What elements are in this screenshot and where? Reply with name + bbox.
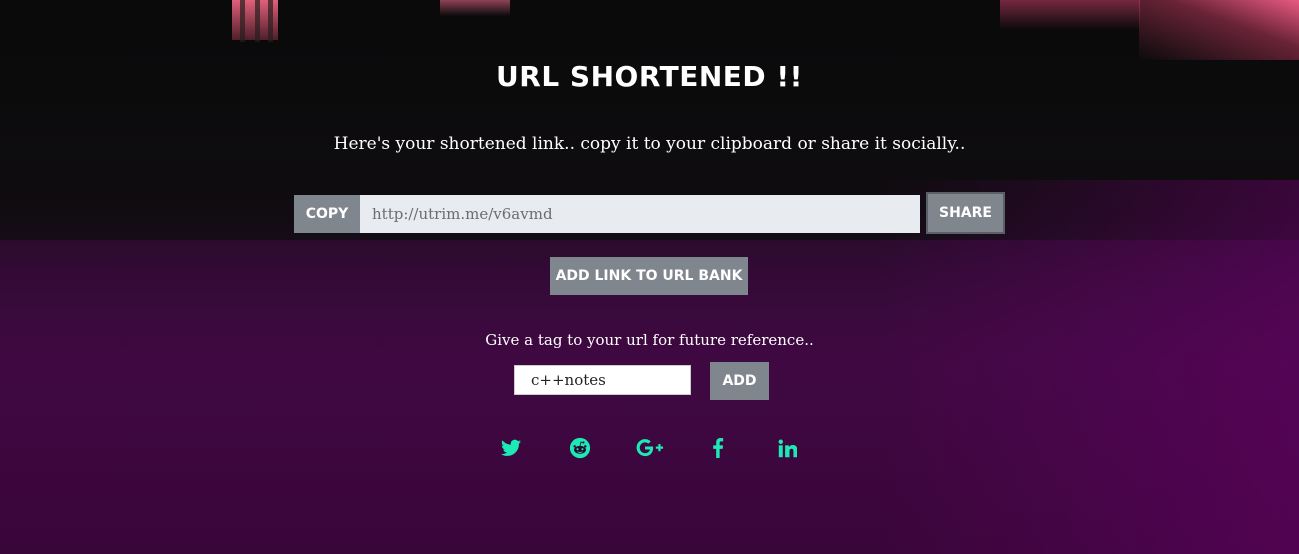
add-to-url-bank-button[interactable]: ADD LINK TO URL BANK <box>550 257 748 295</box>
tag-prompt: Give a tag to your url for future refere… <box>485 331 814 349</box>
short-url-field[interactable] <box>360 195 920 233</box>
short-url-row: COPY SHARE <box>294 192 1005 234</box>
linkedin-icon[interactable] <box>775 436 799 460</box>
google-plus-icon[interactable] <box>636 436 664 460</box>
reddit-icon[interactable] <box>568 436 592 460</box>
social-share-bar <box>0 436 1299 460</box>
share-button[interactable]: SHARE <box>926 192 1005 234</box>
tag-input[interactable] <box>514 365 691 395</box>
twitter-icon[interactable] <box>499 436 523 460</box>
page-title: URL SHORTENED !! <box>496 60 803 93</box>
copy-button[interactable]: COPY <box>294 195 360 233</box>
add-tag-button[interactable]: ADD <box>710 362 769 400</box>
facebook-icon[interactable] <box>706 436 730 460</box>
page-subtitle: Here's your shortened link.. copy it to … <box>333 134 966 154</box>
